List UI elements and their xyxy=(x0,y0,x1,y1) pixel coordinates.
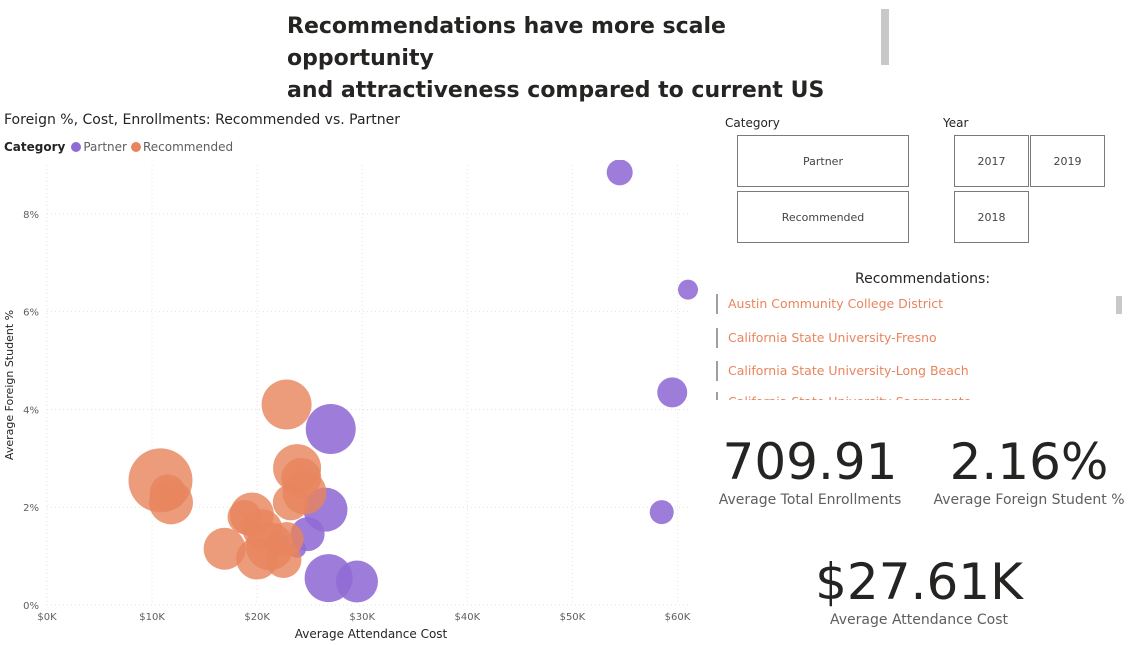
data-point-partner[interactable] xyxy=(335,560,378,603)
data-point-partner[interactable] xyxy=(649,500,674,525)
x-tick-label: $10K xyxy=(139,612,165,623)
slicer-option-2019[interactable]: 2019 xyxy=(1030,135,1105,187)
chart-points[interactable] xyxy=(128,160,698,603)
kpi-total-enrollments-value: 709.91 xyxy=(722,433,898,491)
x-tick-label: $60K xyxy=(665,612,691,623)
chart-title: Foreign %, Cost, Enrollments: Recommende… xyxy=(4,112,401,128)
data-point-recommended[interactable] xyxy=(272,484,309,521)
data-point-recommended[interactable] xyxy=(149,474,186,511)
title-divider xyxy=(881,9,889,65)
page-title-line-2: and attractiveness compared to current U… xyxy=(287,78,825,103)
y-axis-ticks: 0% 2% 4% 6% 8% xyxy=(23,210,39,612)
x-tick-label: $0K xyxy=(37,612,57,623)
kpi-attendance-cost-label: Average Attendance Cost xyxy=(830,612,1008,628)
list-item[interactable]: Austin Community College District xyxy=(716,294,943,314)
page-title-line-1: Recommendations have more scale opportun… xyxy=(287,14,726,71)
legend-title: Category xyxy=(4,140,66,154)
y-tick-label: 4% xyxy=(23,405,39,416)
recommendations-scrollbar[interactable] xyxy=(1116,296,1122,314)
kpi-attendance-cost-value: $27.61K xyxy=(815,553,1023,611)
list-item[interactable]: California State University-Sacramento xyxy=(716,392,971,400)
category-slicer-title: Category xyxy=(725,116,780,130)
kpi-total-enrollments-label: Average Total Enrollments xyxy=(718,492,902,508)
data-point-partner[interactable] xyxy=(678,279,698,300)
x-tick-label: $40K xyxy=(454,612,480,623)
list-item[interactable]: California State University-Long Beach xyxy=(716,361,969,381)
x-tick-label: $20K xyxy=(244,612,270,623)
y-tick-label: 2% xyxy=(23,503,39,514)
slicer-option-2017[interactable]: 2017 xyxy=(954,135,1029,187)
chart-legend: Category Partner Recommended xyxy=(4,140,237,154)
legend-label-recommended: Recommended xyxy=(142,140,234,154)
x-axis-label: Average Attendance Cost xyxy=(295,627,448,641)
recommendations-list[interactable]: Austin Community College District Califo… xyxy=(716,292,1106,400)
year-slicer-title: Year xyxy=(943,116,969,130)
data-point-partner[interactable] xyxy=(606,160,633,186)
x-tick-label: $30K xyxy=(349,612,375,623)
y-axis-label: Average Foreign Student % xyxy=(3,310,16,460)
data-point-recommended[interactable] xyxy=(203,527,246,570)
legend-label-partner: Partner xyxy=(83,140,127,154)
list-item[interactable]: California State University-Fresno xyxy=(716,328,937,348)
legend-item-recommended[interactable]: Recommended xyxy=(130,140,234,154)
data-point-partner[interactable] xyxy=(305,404,356,454)
kpi-foreign-student-value: 2.16% xyxy=(949,433,1109,491)
y-tick-label: 6% xyxy=(23,308,39,319)
scatter-chart[interactable]: 0% 2% 4% 6% 8% $0K $10K $20K $30K $40K $50K $60K A… xyxy=(0,160,705,645)
recommendations-heading: Recommendations: xyxy=(855,271,991,287)
slicer-option-recommended[interactable]: Recommended xyxy=(737,191,909,243)
chart-grid xyxy=(46,165,688,606)
legend-item-partner[interactable]: Partner xyxy=(71,140,127,154)
data-point-recommended[interactable] xyxy=(269,522,304,556)
page-title: Recommendations have more scale opportun… xyxy=(287,11,867,107)
y-tick-label: 0% xyxy=(23,601,39,612)
slicer-option-partner[interactable]: Partner xyxy=(737,135,909,187)
legend-dot-recommended xyxy=(130,142,141,152)
y-tick-label: 8% xyxy=(23,210,39,221)
x-axis-ticks: $0K $10K $20K $30K $40K $50K $60K xyxy=(37,612,690,623)
x-tick-label: $50K xyxy=(560,612,586,623)
legend-dot-partner xyxy=(71,142,82,152)
kpi-foreign-student-label: Average Foreign Student % xyxy=(933,492,1125,508)
data-point-partner[interactable] xyxy=(657,377,688,408)
slicer-option-2018[interactable]: 2018 xyxy=(954,191,1029,243)
data-point-recommended[interactable] xyxy=(261,379,312,430)
